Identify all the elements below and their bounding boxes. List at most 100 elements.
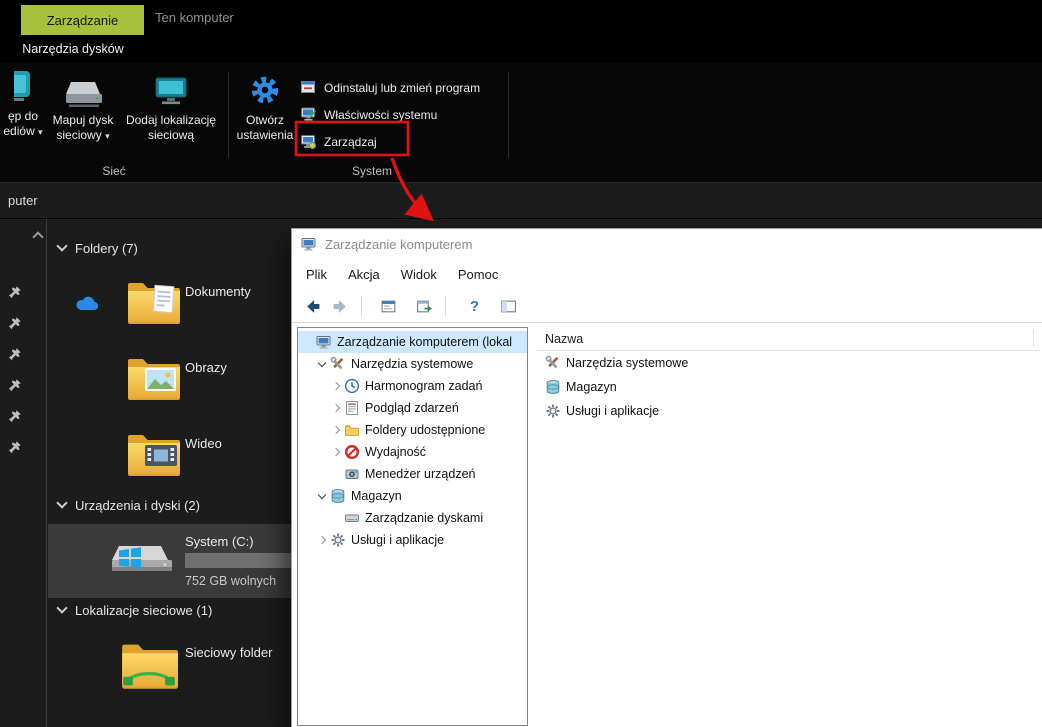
menu-item-akcja[interactable]: Akcja [348,267,380,282]
folder-label: Obrazy [185,360,227,375]
list-item-usługi-i-aplikacje[interactable]: Usługi i aplikacje [537,399,1040,423]
section-chevron-icon[interactable] [56,497,68,509]
menu-item-plik[interactable]: Plik [306,267,327,282]
drive-label: System (C:) [185,534,254,549]
address-bar[interactable]: puter [0,182,1042,219]
uninstall-button[interactable]: Odinstaluj lub zmień program [300,75,480,100]
tree-item-label: Usługi i aplikacje [351,533,445,547]
list-item-label: Magazyn [566,380,617,394]
section-folders[interactable]: Foldery (7) [56,240,138,256]
screen: Zarządzanie Ten komputer Narzędzia dyskó… [0,0,1042,727]
add-network-location-button[interactable]: Dodaj lokalizację sieciową [120,70,222,166]
list-column-header[interactable]: Nazwa [537,327,1040,351]
pin-icon [8,285,22,299]
dropdown-caret-icon: ▾ [38,127,43,137]
tree-item-label: Harmonogram zadań [365,379,483,393]
manage-icon [300,133,317,150]
access-media-button[interactable]: ęp do ediów ▾ [0,70,46,166]
pin-icon [8,409,22,423]
expander-closed-icon[interactable] [329,403,342,413]
access-media-label: ęp do [7,109,38,123]
drive-free-space-label: 752 GB wolnych [185,574,277,588]
address-text: puter [8,193,38,208]
add-network-icon [152,70,190,108]
ribbon-tab-manage[interactable]: Zarządzanie [21,5,144,35]
tree-item-harmonogram-zadań[interactable]: Harmonogram zadań [298,375,527,397]
pin-icon [8,440,22,454]
nav-scrollbar[interactable] [30,219,47,727]
expander-closed-icon[interactable] [329,447,342,457]
tree-item-usługi-i-aplikacje[interactable]: Usługi i aplikacje [298,529,527,551]
ribbon-tab-row: Narzędzia dysków [0,35,1042,62]
list-item-narzędzia-systemowe[interactable]: Narzędzia systemowe [537,351,1040,375]
folder-icon [126,430,180,476]
menu-item-widok[interactable]: Widok [401,267,437,282]
dropdown-caret-icon: ▾ [105,131,110,141]
tree-item-podgląd-zdarzeń[interactable]: Podgląd zdarzeń [298,397,527,419]
network-folder-icon [120,633,178,695]
uninstall-icon [300,79,317,96]
systools-icon [330,356,346,372]
windows-flag-icon [118,546,142,570]
tree-item-narzędzia-systemowe[interactable]: Narzędzia systemowe [298,353,527,375]
map-network-drive-button[interactable]: Mapuj dysk sieciowy ▾ [46,70,120,166]
scroll-up-icon[interactable] [32,231,44,243]
help-button[interactable]: ? [462,294,487,319]
section-folders-label: Foldery (7) [75,241,138,256]
list-item-magazyn[interactable]: Magazyn [537,375,1040,399]
list-item-label: Usługi i aplikacje [566,404,660,418]
system-properties-button[interactable]: Właściwości systemu [300,102,437,127]
show-hide-pane-button[interactable] [496,294,521,319]
forward-button[interactable] [328,294,353,319]
computer-management-window: Zarządzanie komputerem Plik Akcja Widok Pom… [291,228,1042,727]
ribbon-tab-disk-tools[interactable]: Narzędzia dysków [8,35,138,62]
expander-closed-icon[interactable] [315,535,328,545]
list-item-label: Narzędzia systemowe [566,356,689,370]
tree-item-zarządzanie-komputerem-lokal[interactable]: Zarządzanie komputerem (lokal [298,331,527,353]
computer-management-icon [301,236,317,252]
section-chevron-icon[interactable] [56,602,68,614]
manage-button[interactable]: Zarządzaj [300,129,377,154]
expander-closed-icon[interactable] [329,381,342,391]
tree-item-label: Zarządzanie dyskami [365,511,484,525]
folder-label: Wideo [185,436,222,451]
menu-item-pomoc[interactable]: Pomoc [458,267,498,282]
section-network[interactable]: Lokalizacje sieciowe (1) [56,602,212,618]
section-devices[interactable]: Urządzenia i dyski (2) [56,497,200,513]
mmc-toolbar: ? [292,290,1042,323]
expander-open-icon[interactable] [315,358,328,367]
expander-open-icon[interactable] [315,490,328,499]
mmc-list: Nazwa Narzędzia systemowe Magazyn Usługi i… [537,327,1040,726]
settings-gear-icon [247,70,283,108]
tree-item-magazyn[interactable]: Magazyn [298,485,527,507]
devmgr-icon [344,466,360,482]
open-settings-button[interactable]: Otwórz ustawienia [234,70,296,166]
export-list-button[interactable] [412,294,437,319]
back-button[interactable] [300,294,325,319]
storage-icon [330,488,346,504]
folder-icon [126,278,180,324]
tree-item-foldery-udostępnione[interactable]: Foldery udostępnione [298,419,527,441]
tree-item-wydajność[interactable]: Wydajność [298,441,527,463]
network-folder-label: Sieciowy folder [185,645,273,660]
section-chevron-icon[interactable] [56,240,68,252]
ribbon-group-system-label: System [351,164,392,178]
systools-icon [545,355,561,371]
tree-item-zarządzanie-dyskami[interactable]: Zarządzanie dyskami [298,507,527,529]
tree-item-label: Menedżer urządzeń [365,467,476,481]
sharedfolder-icon [344,422,360,438]
explorer-titlebar: Zarządzanie Ten komputer [0,0,1042,35]
performance-icon [344,444,360,460]
mmc-titlebar[interactable]: Zarządzanie komputerem [292,229,1042,259]
tree-item-label: Narzędzia systemowe [351,357,474,371]
ribbon-separator [508,72,509,158]
toolbar-separator [361,296,362,316]
console-window-button[interactable] [376,294,401,319]
expander-closed-icon[interactable] [329,425,342,435]
pin-icon [8,316,22,330]
services-icon [330,532,346,548]
tree-item-menedżer-urządzeń[interactable]: Menedżer urządzeń [298,463,527,485]
mmc-window-title: Zarządzanie komputerem [325,236,473,252]
column-divider[interactable] [1033,330,1034,347]
tree-item-label: Podgląd zdarzeń [365,401,459,415]
